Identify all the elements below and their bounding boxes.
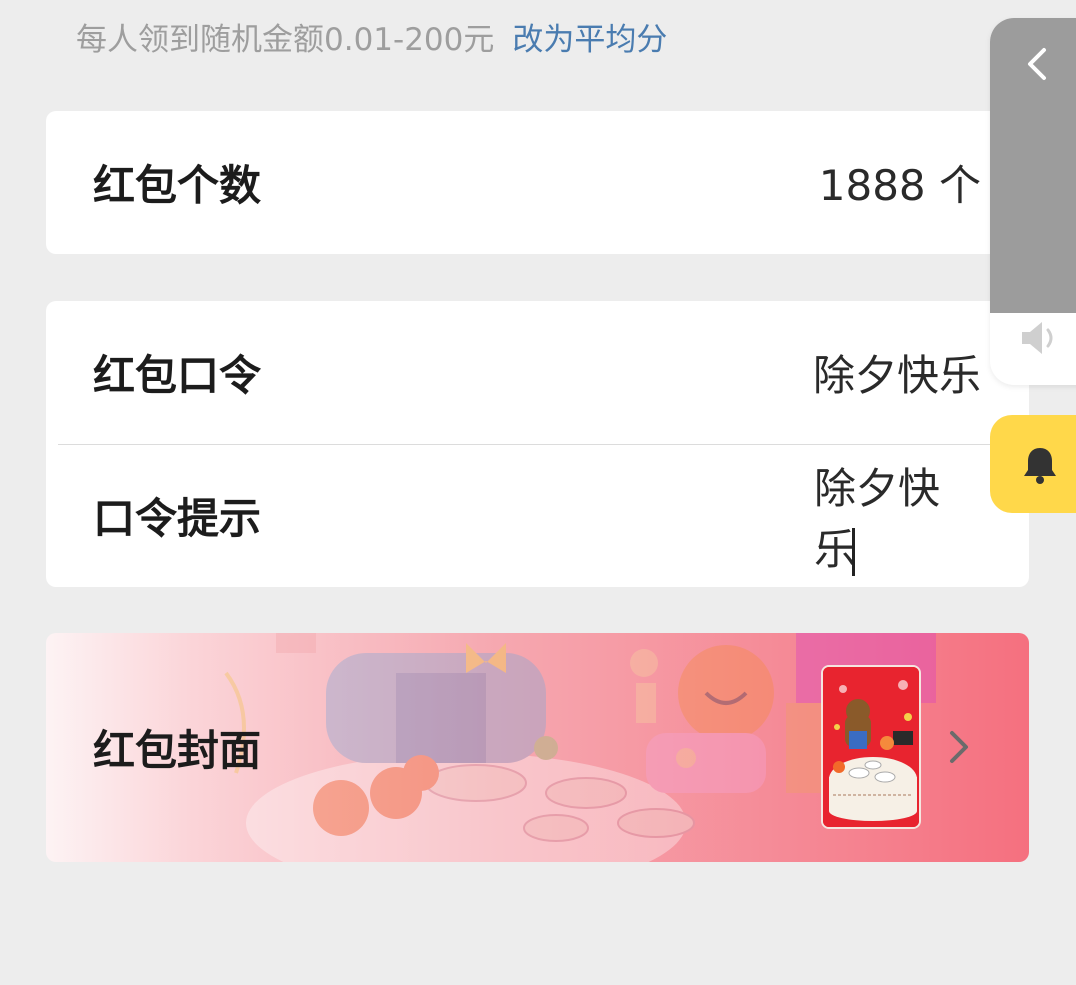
packet-count-card: 红包个数 1888 个 <box>46 111 1029 254</box>
notification-button[interactable] <box>990 415 1076 513</box>
password-hint-field[interactable]: 除夕快乐 <box>814 455 981 577</box>
password-hint-row[interactable]: 口令提示 除夕快乐 <box>46 444 1029 587</box>
password-card: 红包口令 除夕快乐 口令提示 除夕快乐 <box>46 301 1029 587</box>
row-divider <box>58 444 1029 445</box>
cover-card[interactable]: 红包封面 <box>46 633 1029 862</box>
switch-to-average-link[interactable]: 改为平均分 <box>512 14 667 59</box>
speaker-icon[interactable] <box>1018 318 1062 358</box>
password-label: 红包口令 <box>93 351 262 400</box>
bell-icon <box>1024 448 1056 484</box>
chevron-right-icon[interactable] <box>944 727 974 767</box>
password-hint-input[interactable]: 除夕快乐 <box>814 464 940 574</box>
side-panel-top <box>990 18 1076 313</box>
password-input[interactable]: 除夕快乐 <box>813 342 981 403</box>
floating-side-panel <box>990 18 1076 385</box>
random-amount-text: 每人领到随机金额0.01-200元 <box>76 21 495 58</box>
packet-count-input[interactable]: 1888 个 <box>819 152 981 213</box>
packet-count-row[interactable]: 红包个数 1888 个 <box>46 111 1029 254</box>
random-amount-hint: 每人领到随机金额0.01-200元 改为平均分 <box>76 14 667 58</box>
password-row[interactable]: 红包口令 除夕快乐 <box>46 301 1029 444</box>
text-cursor <box>852 528 855 576</box>
chevron-left-icon[interactable] <box>1026 46 1048 82</box>
packet-count-label: 红包个数 <box>93 161 262 210</box>
cover-label: 红包封面 <box>93 726 262 775</box>
cover-thumbnail-art <box>823 667 919 827</box>
password-hint-label: 口令提示 <box>93 494 262 543</box>
cover-thumbnail[interactable] <box>821 665 921 829</box>
